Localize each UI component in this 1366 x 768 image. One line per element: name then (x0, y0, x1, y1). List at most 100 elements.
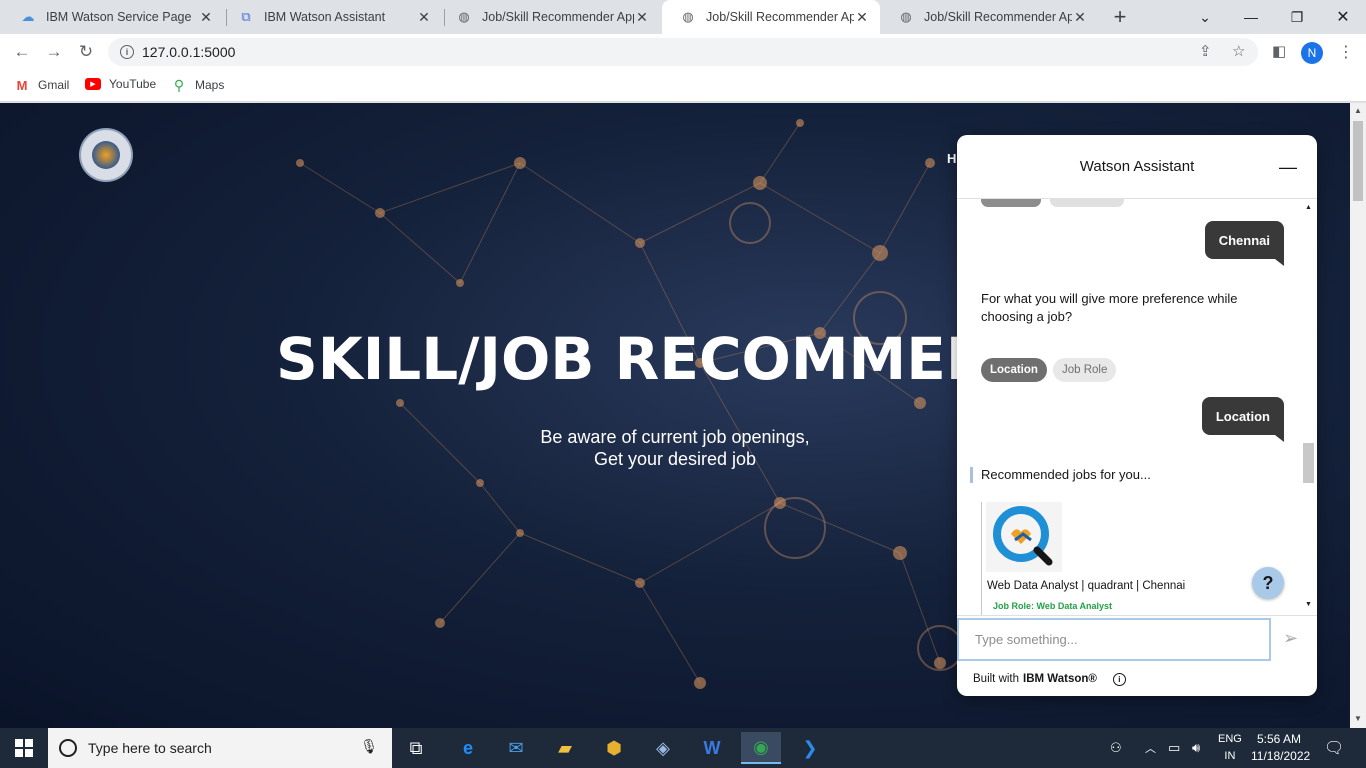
battery-icon[interactable]: ▭ (1168, 728, 1180, 768)
clock[interactable]: 5:56 AM 11/18/2022 (1251, 731, 1311, 765)
magnifier-handshake-icon (993, 506, 1053, 566)
watson-messages[interactable]: Chennai For what you will give more pref… (957, 199, 1317, 615)
language-region: IN (1224, 750, 1236, 762)
search-icon (59, 739, 77, 757)
word-icon[interactable]: W (692, 732, 732, 764)
message-input[interactable] (957, 618, 1271, 661)
scrollbar-thumb[interactable] (1303, 443, 1314, 483)
page-scrollbar[interactable]: ▲ ▼ (1350, 103, 1366, 728)
notification-icon[interactable]: 🗨︎ (1324, 728, 1344, 768)
tab-ibm-watson-assistant[interactable]: ⧉ IBM Watson Assistant ✕ (220, 0, 442, 34)
taskbar: Type here to search 🎙 ⧉ e ✉ ▰ ⬢ ◈ W ◉ ❯ … (0, 728, 1366, 768)
nav-link-home[interactable]: H (947, 151, 956, 166)
3d-app-icon[interactable]: ⬢ (594, 732, 634, 764)
tab-title: IBM Watson Service Page (46, 10, 192, 24)
option-chip-job-role[interactable]: Job Role (1053, 358, 1117, 382)
bookmark-maps[interactable]: ⚲ Maps (171, 77, 224, 93)
logo-emblem (92, 141, 120, 169)
tab-search-button[interactable]: ⌄ (1182, 0, 1228, 34)
windows-icon (15, 739, 33, 757)
start-button[interactable] (0, 728, 48, 768)
scroll-down-icon[interactable]: ▼ (1354, 714, 1362, 723)
previous-chip (1050, 199, 1124, 207)
hero-title: SKILL/JOB RECOMMEN (276, 325, 995, 393)
tab-job-skill-1[interactable]: ◍ Job/Skill Recommender Appl ✕ (438, 0, 660, 34)
mail-icon[interactable]: ✉ (496, 732, 536, 764)
close-window-button[interactable]: ✕ (1320, 0, 1366, 34)
edge-icon[interactable]: e (448, 732, 488, 764)
minimize-icon[interactable]: — (1279, 157, 1297, 178)
tab-title: IBM Watson Assistant (264, 10, 386, 24)
microphone-icon[interactable]: 🎙 (360, 738, 378, 755)
task-view-icon[interactable]: ⧉ (396, 732, 436, 764)
tab-strip: ☁ IBM Watson Service Page ✕ ⧉ IBM Watson… (0, 0, 1366, 34)
close-icon[interactable]: ✕ (854, 9, 870, 25)
bookmark-gmail[interactable]: M Gmail (14, 77, 70, 93)
user-message: Location (1201, 397, 1285, 442)
watson-scrollbar[interactable]: ▲ ▼ (1302, 199, 1314, 615)
bookmark-label: YouTube (109, 77, 157, 91)
watson-assistant-panel: Watson Assistant — Chennai For what you … (957, 135, 1317, 696)
info-icon[interactable]: i (1112, 672, 1126, 686)
address-bar[interactable]: i 127.0.0.1:5000 (108, 38, 1258, 66)
volume-icon[interactable]: 🔊︎ (1192, 728, 1200, 768)
job-card-title: Web Data Analyst | quadrant | Chennai (987, 580, 1186, 592)
youtube-icon: ▶ (85, 78, 101, 90)
minimize-button[interactable]: — (1228, 0, 1274, 34)
close-icon[interactable]: ✕ (634, 9, 650, 25)
back-button[interactable]: ← (9, 39, 35, 65)
chrome-icon[interactable]: ◉ (741, 732, 781, 764)
bookmark-youtube[interactable]: ▶ YouTube (85, 77, 156, 91)
mysql-icon[interactable]: ◈ (643, 732, 683, 764)
gmail-icon: M (16, 77, 28, 93)
user-message: Chennai (1204, 221, 1285, 266)
watson-footer: Built with IBM Watson® i (957, 662, 1317, 696)
send-icon[interactable]: ➢ (1283, 628, 1298, 649)
footer-brand: IBM Watson® (1023, 673, 1097, 685)
tab-ibm-watson-service[interactable]: ☁ IBM Watson Service Page ✕ (2, 0, 224, 34)
file-explorer-icon[interactable]: ▰ (545, 732, 585, 764)
taskbar-search-placeholder: Type here to search (88, 740, 212, 756)
tab-job-skill-3[interactable]: ◍ Job/Skill Recommender Appl ✕ (880, 0, 1098, 34)
taskbar-search[interactable]: Type here to search 🎙 (48, 728, 392, 768)
bookmarks-bar: M Gmail ▶ YouTube ⚲ Maps (0, 70, 1366, 102)
address-text: 127.0.0.1:5000 (142, 44, 236, 60)
option-chip-location[interactable]: Location (981, 358, 1047, 382)
cloud-icon: ☁ (21, 9, 35, 24)
tab-job-skill-active[interactable]: ◍ Job/Skill Recommender Appl ✕ (662, 0, 880, 34)
side-panel-icon[interactable]: ◧ (1272, 42, 1286, 60)
globe-icon: ◍ (682, 9, 694, 24)
share-icon[interactable]: ⇪ (1199, 42, 1212, 60)
tab-title: Job/Skill Recommender Appl (482, 10, 634, 24)
people-icon[interactable]: ⚇ (1110, 728, 1122, 768)
scroll-down-icon[interactable]: ▼ (1305, 601, 1312, 608)
star-icon[interactable]: ☆ (1232, 42, 1245, 60)
reload-button[interactable]: ↻ (73, 39, 99, 65)
help-button[interactable]: ? (1252, 567, 1284, 599)
vscode-icon[interactable]: ❯ (790, 732, 830, 764)
bookmark-label: Gmail (38, 78, 70, 92)
tab-title: Job/Skill Recommender Appl (706, 10, 854, 24)
hero-subtitle: Be aware of current job openings, Get yo… (455, 426, 895, 470)
tab-title: Job/Skill Recommender Appl (924, 10, 1072, 24)
profile-avatar[interactable]: N (1301, 42, 1323, 64)
scrollbar-thumb[interactable] (1353, 121, 1363, 201)
site-info-icon[interactable]: i (120, 45, 134, 59)
maps-icon: ⚲ (173, 76, 185, 93)
restore-button[interactable]: ❐ (1274, 0, 1320, 34)
previous-chip (981, 199, 1041, 207)
scroll-up-icon[interactable]: ▲ (1305, 204, 1312, 211)
company-logo (986, 502, 1062, 572)
clock-date: 11/18/2022 (1251, 749, 1311, 763)
scroll-up-icon[interactable]: ▲ (1354, 106, 1362, 115)
chevron-up-icon[interactable]: ︿ (1145, 728, 1156, 768)
job-card[interactable]: Web Data Analyst | quadrant | Chennai Jo… (981, 502, 1253, 615)
close-icon[interactable]: ✕ (416, 9, 432, 25)
site-logo[interactable] (81, 130, 131, 180)
close-icon[interactable]: ✕ (198, 9, 214, 25)
new-tab-button[interactable]: + (1108, 4, 1132, 29)
language-indicator[interactable]: ENG IN (1218, 731, 1242, 765)
menu-icon[interactable]: ⋮ (1338, 42, 1354, 62)
forward-button[interactable]: → (41, 39, 67, 65)
close-icon[interactable]: ✕ (1072, 9, 1088, 25)
